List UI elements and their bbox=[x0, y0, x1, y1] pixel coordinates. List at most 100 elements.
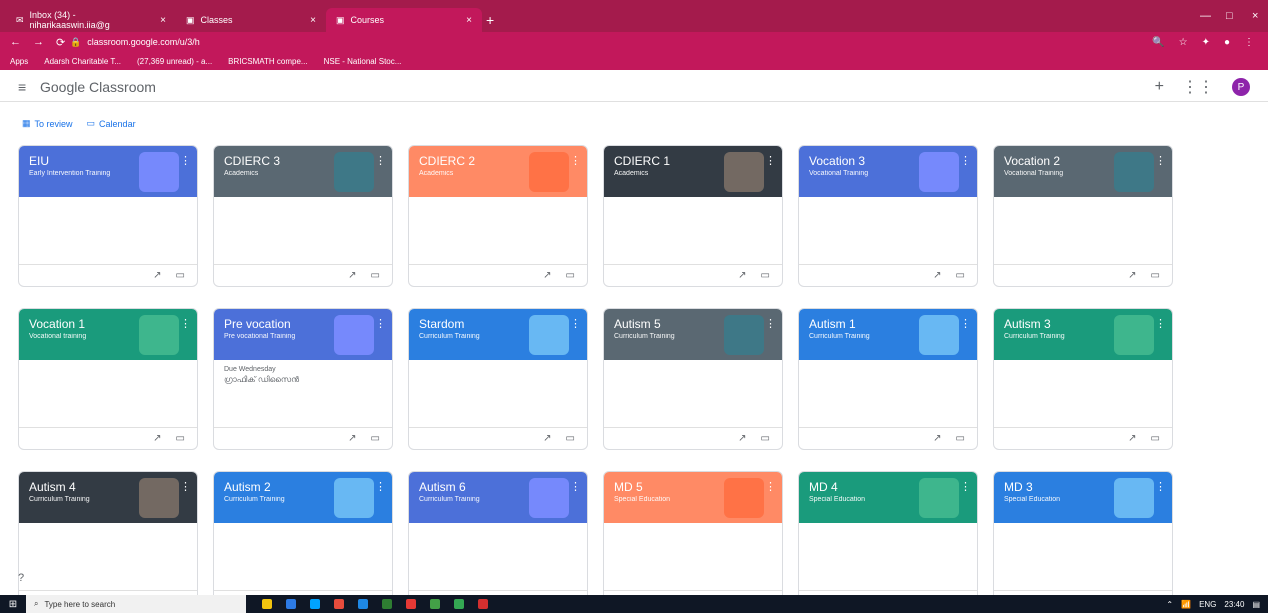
extensions-icon[interactable]: ✦ bbox=[1202, 37, 1210, 48]
gradebook-icon[interactable]: ↗ bbox=[543, 270, 551, 281]
network-icon[interactable]: 📶 bbox=[1181, 600, 1191, 609]
classroom-logo[interactable]: Google Classroom bbox=[40, 79, 156, 95]
folder-icon[interactable]: ▭ bbox=[176, 433, 185, 444]
card-header[interactable]: CDIERC 1 Academics ⋮ bbox=[604, 146, 782, 197]
folder-icon[interactable]: ▭ bbox=[956, 433, 965, 444]
class-card[interactable]: Autism 1 Curriculum Training ⋮ ↗ ▭ bbox=[798, 308, 978, 450]
close-icon[interactable]: × bbox=[310, 15, 316, 26]
gradebook-icon[interactable]: ↗ bbox=[153, 433, 161, 444]
gradebook-icon[interactable]: ↗ bbox=[933, 270, 941, 281]
restore-button[interactable]: □ bbox=[1226, 10, 1233, 22]
folder-icon[interactable]: ▭ bbox=[1151, 433, 1160, 444]
class-card[interactable]: MD 4Special Education⋮↗▭ bbox=[798, 471, 978, 613]
taskbar-app-icon[interactable] bbox=[310, 599, 320, 609]
close-icon[interactable]: × bbox=[160, 15, 166, 26]
more-options-icon[interactable]: ⋮ bbox=[765, 480, 776, 493]
taskbar-app-icon[interactable] bbox=[262, 599, 272, 609]
close-window-button[interactable]: × bbox=[1252, 10, 1258, 22]
bookmark-nse[interactable]: NSE - National Stoc... bbox=[324, 57, 402, 66]
more-options-icon[interactable]: ⋮ bbox=[570, 154, 581, 167]
gradebook-icon[interactable]: ↗ bbox=[543, 433, 551, 444]
class-card[interactable]: Autism 4Curriculum Training⋮↗▭ bbox=[18, 471, 198, 613]
card-header[interactable]: Stardom Curriculum Training ⋮ bbox=[409, 309, 587, 360]
url-text[interactable]: classroom.google.com/u/3/h bbox=[87, 37, 200, 47]
more-options-icon[interactable]: ⋮ bbox=[180, 480, 191, 493]
more-options-icon[interactable]: ⋮ bbox=[765, 317, 776, 330]
tab-classes[interactable]: ▣ Classes × bbox=[176, 8, 326, 32]
gradebook-icon[interactable]: ↗ bbox=[933, 433, 941, 444]
card-header[interactable]: MD 4 Special Education ⋮ bbox=[799, 472, 977, 523]
card-header[interactable]: Autism 1 Curriculum Training ⋮ bbox=[799, 309, 977, 360]
clock[interactable]: 23:40 bbox=[1224, 600, 1244, 609]
folder-icon[interactable]: ▭ bbox=[956, 270, 965, 281]
class-card[interactable]: EIU Early Intervention Training ⋮ ↗ ▭ bbox=[18, 145, 198, 287]
more-options-icon[interactable]: ⋮ bbox=[570, 317, 581, 330]
more-options-icon[interactable]: ⋮ bbox=[1155, 154, 1166, 167]
gradebook-icon[interactable]: ↗ bbox=[738, 433, 746, 444]
windows-start-icon[interactable]: ⊞ bbox=[0, 599, 26, 610]
folder-icon[interactable]: ▭ bbox=[371, 433, 380, 444]
profile-icon[interactable]: ● bbox=[1224, 37, 1230, 48]
forward-icon[interactable]: → bbox=[33, 36, 44, 49]
folder-icon[interactable]: ▭ bbox=[1151, 270, 1160, 281]
folder-icon[interactable]: ▭ bbox=[761, 270, 770, 281]
more-options-icon[interactable]: ⋮ bbox=[570, 480, 581, 493]
apps-grid-icon[interactable]: ⋮⋮ bbox=[1182, 77, 1214, 97]
class-card[interactable]: CDIERC 2 Academics ⋮ ↗ ▭ bbox=[408, 145, 588, 287]
card-header[interactable]: MD 5 Special Education ⋮ bbox=[604, 472, 782, 523]
gradebook-icon[interactable]: ↗ bbox=[153, 270, 161, 281]
card-header[interactable]: Vocation 2 Vocational Training ⋮ bbox=[994, 146, 1172, 197]
more-options-icon[interactable]: ⋮ bbox=[180, 317, 191, 330]
menu-icon[interactable]: ⋮ bbox=[1244, 37, 1254, 48]
tab-courses[interactable]: ▣ Courses × bbox=[326, 8, 482, 32]
more-options-icon[interactable]: ⋮ bbox=[375, 154, 386, 167]
avatar[interactable]: P bbox=[1232, 78, 1250, 96]
card-header[interactable]: Autism 3 Curriculum Training ⋮ bbox=[994, 309, 1172, 360]
help-icon[interactable]: ? bbox=[18, 572, 24, 584]
tab-inbox[interactable]: ✉ Inbox (34) - niharikaaswin.iia@g × bbox=[6, 8, 176, 32]
close-icon[interactable]: × bbox=[466, 15, 472, 26]
card-header[interactable]: CDIERC 3 Academics ⋮ bbox=[214, 146, 392, 197]
card-header[interactable]: Autism 5 Curriculum Training ⋮ bbox=[604, 309, 782, 360]
language-label[interactable]: ENG bbox=[1199, 600, 1216, 609]
bookmark-bricsmath[interactable]: BRICSMATH compe... bbox=[228, 57, 307, 66]
card-header[interactable]: Pre vocation Pre vocational Training ⋮ bbox=[214, 309, 392, 360]
card-header[interactable]: EIU Early Intervention Training ⋮ bbox=[19, 146, 197, 197]
folder-icon[interactable]: ▭ bbox=[566, 270, 575, 281]
notifications-icon[interactable]: ▤ bbox=[1252, 600, 1260, 609]
back-icon[interactable]: ← bbox=[10, 36, 21, 49]
gradebook-icon[interactable]: ↗ bbox=[348, 433, 356, 444]
card-header[interactable]: CDIERC 2 Academics ⋮ bbox=[409, 146, 587, 197]
class-card[interactable]: Autism 6Curriculum Training⋮↗▭ bbox=[408, 471, 588, 613]
class-card[interactable]: Autism 2Curriculum Training⋮↗▭ bbox=[213, 471, 393, 613]
assignment-link[interactable]: ഗ്രാഫിക് ഡിസൈൻ bbox=[224, 375, 382, 385]
taskbar-app-icon[interactable] bbox=[406, 599, 416, 609]
class-card[interactable]: Autism 3 Curriculum Training ⋮ ↗ ▭ bbox=[993, 308, 1173, 450]
more-options-icon[interactable]: ⋮ bbox=[765, 154, 776, 167]
taskbar-search[interactable]: ⌕ Type here to search bbox=[26, 595, 246, 613]
more-options-icon[interactable]: ⋮ bbox=[1155, 317, 1166, 330]
class-card[interactable]: Vocation 1 Vocational training ⋮ ↗ ▭ bbox=[18, 308, 198, 450]
more-options-icon[interactable]: ⋮ bbox=[1155, 480, 1166, 493]
taskbar-app-icon[interactable] bbox=[286, 599, 296, 609]
class-card[interactable]: Stardom Curriculum Training ⋮ ↗ ▭ bbox=[408, 308, 588, 450]
more-options-icon[interactable]: ⋮ bbox=[180, 154, 191, 167]
more-options-icon[interactable]: ⋮ bbox=[375, 480, 386, 493]
taskbar-app-icon[interactable] bbox=[478, 599, 488, 609]
more-options-icon[interactable]: ⋮ bbox=[960, 480, 971, 493]
calendar-link[interactable]: ▭ Calendar bbox=[87, 118, 136, 129]
gradebook-icon[interactable]: ↗ bbox=[348, 270, 356, 281]
folder-icon[interactable]: ▭ bbox=[371, 270, 380, 281]
folder-icon[interactable]: ▭ bbox=[761, 433, 770, 444]
taskbar-app-icon[interactable] bbox=[430, 599, 440, 609]
folder-icon[interactable]: ▭ bbox=[176, 270, 185, 281]
folder-icon[interactable]: ▭ bbox=[566, 433, 575, 444]
class-card[interactable]: Pre vocation Pre vocational Training ⋮ Due … bbox=[213, 308, 393, 450]
tray-up-icon[interactable]: ⌃ bbox=[1166, 600, 1173, 609]
add-icon[interactable]: + bbox=[1155, 78, 1164, 96]
new-tab-button[interactable]: + bbox=[486, 12, 494, 28]
zoom-icon[interactable]: 🔍 bbox=[1152, 37, 1164, 48]
taskbar-app-icon[interactable] bbox=[382, 599, 392, 609]
class-card[interactable]: CDIERC 1 Academics ⋮ ↗ ▭ bbox=[603, 145, 783, 287]
card-header[interactable]: Autism 6 Curriculum Training ⋮ bbox=[409, 472, 587, 523]
